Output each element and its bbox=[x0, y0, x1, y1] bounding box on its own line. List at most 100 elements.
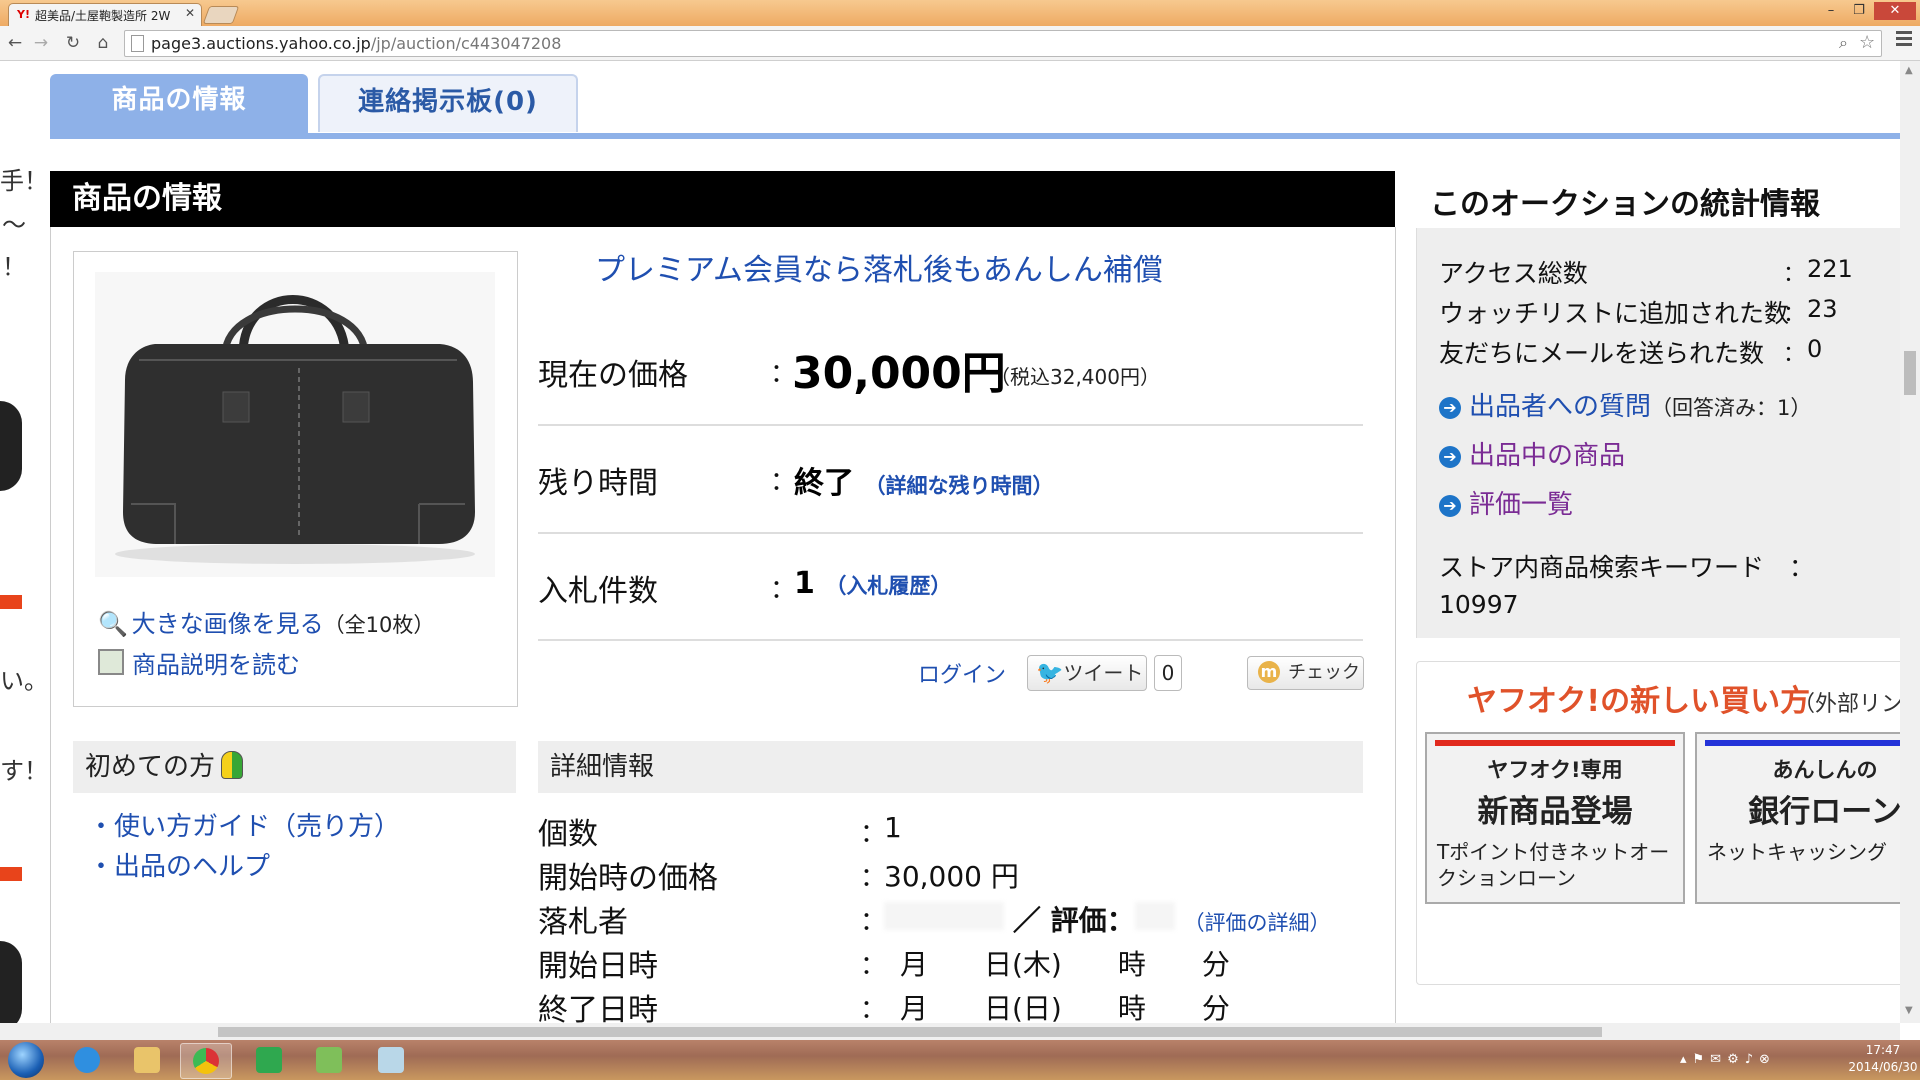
tab-message-board[interactable]: 連絡掲示板(0) bbox=[318, 74, 578, 132]
explorer-folder-icon[interactable] bbox=[122, 1043, 172, 1077]
end-date-label: 終了日時 bbox=[538, 993, 658, 1023]
listing-help-link[interactable]: 出品のヘルプ bbox=[114, 852, 270, 882]
vertical-scrollbar[interactable]: ▲ ▼ bbox=[1900, 61, 1920, 1023]
notepad-icon[interactable] bbox=[366, 1043, 416, 1077]
winner-value: ／ 評価： （評価の詳細） bbox=[884, 899, 1331, 939]
promo-line3: Tポイント付きネットオークションローン bbox=[1437, 840, 1670, 890]
arrow-circle-icon: ➔ bbox=[1439, 446, 1461, 468]
promo-line2: 銀行ローン bbox=[1748, 794, 1900, 830]
divider bbox=[538, 424, 1363, 426]
colon: ： bbox=[1783, 302, 1806, 327]
horizontal-scrollbar[interactable] bbox=[0, 1023, 1900, 1040]
home-icon[interactable]: ⌂ bbox=[92, 32, 114, 54]
bids-value: 1 （入札履歴） bbox=[794, 566, 951, 601]
colon: ： bbox=[1783, 342, 1806, 367]
listings-row: ➔ 出品中の商品 bbox=[1439, 435, 1625, 472]
check-button[interactable]: m チェック bbox=[1247, 656, 1364, 690]
tab-item-info[interactable]: 商品の情報 bbox=[50, 74, 308, 135]
check-label: チェック bbox=[1288, 662, 1360, 683]
product-image[interactable] bbox=[95, 272, 495, 577]
store-keyword-value: 10997 bbox=[1439, 590, 1519, 619]
left-edge-image-fragment bbox=[0, 941, 22, 1023]
colon: ： bbox=[860, 995, 887, 1023]
first-time-title: 初めての方 bbox=[85, 752, 216, 782]
left-edge-image-fragment bbox=[0, 867, 22, 881]
scroll-up-icon[interactable]: ▲ bbox=[1905, 65, 1913, 76]
restore-icon[interactable]: ❐ bbox=[1846, 2, 1872, 20]
new-tab-button[interactable] bbox=[202, 6, 240, 24]
browser-tab[interactable]: Y! 超美品/土屋鞄製造所 2W ✕ bbox=[8, 3, 202, 27]
time-left-detail-link[interactable]: （詳細な残り時間） bbox=[864, 474, 1053, 498]
system-tray-icons[interactable]: ▴⚑✉⚙♪⊗ bbox=[1680, 1052, 1776, 1067]
bid-count: 1 bbox=[794, 566, 815, 601]
bids-label: 入札件数 bbox=[538, 574, 658, 609]
promo-bank-loan[interactable]: あんしんの 銀行ローン ネットキャッシング bbox=[1695, 732, 1900, 904]
clock-time[interactable]: 17:47 bbox=[1848, 1043, 1918, 1057]
tab-underline bbox=[50, 133, 1900, 139]
start-date-value: 月 日(木) 時 分 bbox=[900, 948, 1230, 981]
new-ways-title: ヤフオク!の新しい買い方 bbox=[1467, 684, 1811, 719]
forward-arrow-icon[interactable]: → bbox=[30, 32, 52, 54]
store-keyword-text: ストア内商品検索キーワード bbox=[1439, 553, 1765, 582]
minimize-icon[interactable]: – bbox=[1818, 2, 1844, 20]
rating-redacted bbox=[1134, 902, 1175, 930]
promo-line2: 新商品登場 bbox=[1477, 794, 1633, 830]
description-row: 商品説明を読む bbox=[98, 645, 300, 680]
mail-count-link[interactable]: 友だちにメールを送られた数 bbox=[1439, 334, 1764, 370]
mixi-check-icon: m bbox=[1258, 661, 1280, 683]
vertical-scroll-thumb[interactable] bbox=[1904, 351, 1916, 395]
beginner-mark-icon bbox=[221, 751, 244, 779]
url-domain: page3.auctions.yahoo.co.jp bbox=[151, 34, 371, 53]
left-edge-fragment: ！ bbox=[2, 253, 26, 281]
description-link[interactable]: 商品説明を読む bbox=[132, 651, 300, 679]
seller-question-link[interactable]: 出品者への質問 bbox=[1469, 392, 1651, 422]
zoom-icon[interactable]: ⌕ bbox=[1839, 33, 1848, 53]
reload-icon[interactable]: ↻ bbox=[62, 32, 84, 54]
clock-date[interactable]: 2014/06/30 bbox=[1848, 1060, 1918, 1074]
start-price-label: 開始時の価格 bbox=[538, 861, 718, 896]
window-close-icon[interactable]: ✕ bbox=[1874, 2, 1916, 20]
large-image-link[interactable]: 大きな画像を見る bbox=[132, 610, 324, 638]
browser-menu-icon[interactable] bbox=[1896, 31, 1912, 49]
colon: ： bbox=[860, 951, 887, 981]
promo-line1: ヤフオク!専用 bbox=[1487, 758, 1623, 782]
back-arrow-icon[interactable]: ← bbox=[4, 32, 26, 54]
seller-question-row: ➔ 出品者への質問（回答済み：1） bbox=[1439, 386, 1811, 423]
url-path: /jp/auction/c443047208 bbox=[370, 34, 562, 53]
time-left-value: 終了 （詳細な残り時間） bbox=[794, 458, 1053, 502]
promo-new-product[interactable]: ヤフオク!専用 新商品登場 Tポイント付きネットオークションローン bbox=[1425, 732, 1685, 904]
evernote-icon[interactable] bbox=[304, 1043, 354, 1077]
start-date-label: 開始日時 bbox=[538, 949, 658, 984]
bookmark-star-icon[interactable]: ☆ bbox=[1859, 32, 1875, 53]
help-link-row: ・出品のヘルプ bbox=[88, 846, 270, 883]
product-image-box: 🔍 大きな画像を見る（全10枚） 商品説明を読む bbox=[73, 251, 518, 707]
tab-close-icon[interactable]: ✕ bbox=[185, 6, 195, 20]
listings-link[interactable]: 出品中の商品 bbox=[1469, 441, 1625, 471]
detail-header: 詳細情報 bbox=[538, 741, 1363, 793]
tweet-button[interactable]: 🐦ツイート bbox=[1027, 655, 1147, 691]
left-edge-fragment: 〜 bbox=[2, 211, 26, 239]
horizontal-scroll-thumb[interactable] bbox=[218, 1027, 1602, 1037]
premium-compensation-link[interactable]: プレミアム会員なら落札後もあんしん補償 bbox=[595, 245, 1163, 289]
winner-label: 落札者 bbox=[538, 905, 628, 940]
rating-detail-link[interactable]: （評価の詳細） bbox=[1184, 911, 1331, 935]
stats-title: このオークションの統計情報 bbox=[1430, 187, 1820, 222]
chrome-icon[interactable] bbox=[180, 1043, 232, 1079]
time-left-label: 残り時間 bbox=[538, 466, 658, 501]
tweet-count: 0 bbox=[1154, 655, 1182, 691]
scroll-down-icon[interactable]: ▼ bbox=[1905, 1005, 1913, 1016]
time-left-colon: ： bbox=[770, 467, 797, 497]
new-ways-box: ヤフオク!の新しい買い方 （外部リンク ヤフオク!専用 新商品登場 Tポイント付… bbox=[1416, 661, 1900, 985]
ie-icon[interactable] bbox=[62, 1043, 112, 1077]
left-edge-image-fragment bbox=[0, 595, 22, 609]
colon: ： bbox=[1783, 262, 1806, 287]
colon: ： bbox=[860, 907, 887, 937]
ratings-list-link[interactable]: 評価一覧 bbox=[1469, 490, 1573, 520]
start-button-icon[interactable] bbox=[8, 1042, 44, 1078]
store-icon[interactable] bbox=[244, 1043, 294, 1077]
login-link[interactable]: ログイン bbox=[918, 657, 1006, 689]
selling-guide-link[interactable]: 使い方ガイド（売り方） bbox=[114, 812, 400, 842]
bid-history-link[interactable]: （入札履歴） bbox=[825, 574, 951, 598]
address-bar[interactable]: page3.auctions.yahoo.co.jp/jp/auction/c4… bbox=[124, 30, 1882, 57]
page-icon bbox=[131, 35, 144, 52]
